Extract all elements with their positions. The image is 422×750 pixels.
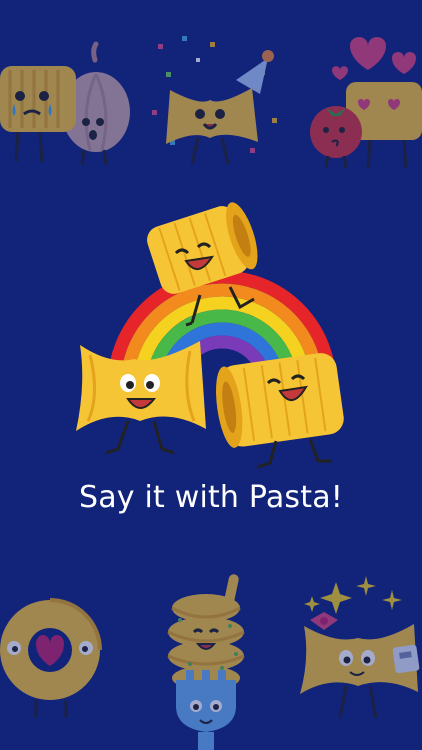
sticker-party-bowtie xyxy=(152,36,277,165)
bowtie-pasta-icon xyxy=(166,88,258,165)
tomato-icon xyxy=(310,106,362,169)
sticker-crying-pasta-garlic xyxy=(0,41,130,166)
gift-card-icon xyxy=(392,644,420,674)
bow-icon xyxy=(310,612,338,630)
rigatoni-right-icon xyxy=(216,353,344,469)
sparkle-icon xyxy=(304,576,402,614)
fork-icon xyxy=(176,670,236,750)
sticker-fusilli-fork xyxy=(167,574,245,750)
heart-icon xyxy=(332,37,416,80)
sticker-kissing-pasta-tomato xyxy=(310,37,422,169)
hero-rainbow-pasta xyxy=(76,202,344,469)
sticker-macaroni-heart xyxy=(0,598,102,718)
app-preview-screen: Say it with Pasta! xyxy=(0,0,422,750)
party-hat-icon xyxy=(236,50,274,94)
sticker-bowtie-sparkles-gift xyxy=(300,576,420,719)
crying-pasta-icon xyxy=(0,66,76,163)
tagline-text: Say it with Pasta! xyxy=(78,480,344,515)
